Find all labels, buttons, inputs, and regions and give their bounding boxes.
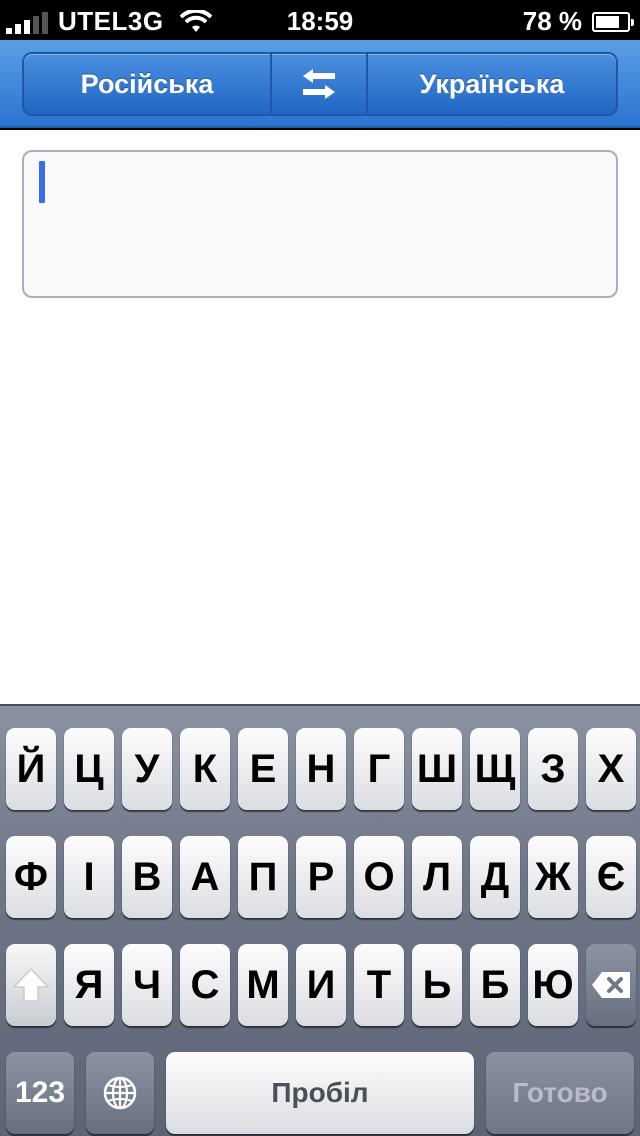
key-1-10[interactable]: З	[528, 728, 578, 810]
key-2-4[interactable]: А	[180, 836, 230, 918]
shift-key[interactable]	[6, 944, 56, 1026]
key-2-5[interactable]: П	[238, 836, 288, 918]
key-2-7[interactable]: О	[354, 836, 404, 918]
key-3-3[interactable]: С	[180, 944, 230, 1026]
key-3-4[interactable]: М	[238, 944, 288, 1026]
swap-languages-button[interactable]	[272, 54, 368, 114]
key-2-1[interactable]: Ф	[6, 836, 56, 918]
language-selector: Російська Українська	[22, 52, 618, 116]
backspace-key[interactable]	[586, 944, 636, 1026]
backspace-icon	[592, 972, 630, 998]
content-area	[0, 130, 640, 704]
key-3-9[interactable]: Ю	[528, 944, 578, 1026]
key-2-10[interactable]: Ж	[528, 836, 578, 918]
swap-arrows-icon	[303, 69, 335, 99]
key-1-11[interactable]: Х	[586, 728, 636, 810]
keyboard-row-3: Я Ч С М И Т Ь Б Ю	[0, 944, 640, 1026]
battery-icon	[592, 11, 634, 32]
key-2-9[interactable]: Д	[470, 836, 520, 918]
key-2-11[interactable]: Є	[586, 836, 636, 918]
key-2-2[interactable]: І	[64, 836, 114, 918]
key-1-1[interactable]: Й	[6, 728, 56, 810]
key-1-8[interactable]: Ш	[412, 728, 462, 810]
shift-icon	[12, 967, 50, 1002]
status-right: 78 %	[522, 6, 634, 37]
globe-icon	[103, 1076, 137, 1110]
target-language-button[interactable]: Українська	[368, 54, 616, 114]
translation-input[interactable]	[22, 150, 618, 298]
key-1-7[interactable]: Г	[354, 728, 404, 810]
space-key[interactable]: Пробіл	[166, 1052, 474, 1134]
key-2-3[interactable]: В	[122, 836, 172, 918]
key-1-2[interactable]: Ц	[64, 728, 114, 810]
key-2-6[interactable]: Р	[296, 836, 346, 918]
done-key[interactable]: Готово	[486, 1052, 634, 1134]
text-cursor	[39, 161, 45, 203]
keyboard-row-1: Й Ц У К Е Н Г Ш Щ З Х	[0, 728, 640, 810]
key-1-3[interactable]: У	[122, 728, 172, 810]
key-3-7[interactable]: Ь	[412, 944, 462, 1026]
source-language-button[interactable]: Російська	[24, 54, 272, 114]
key-3-5[interactable]: И	[296, 944, 346, 1026]
key-3-8[interactable]: Б	[470, 944, 520, 1026]
key-1-9[interactable]: Щ	[470, 728, 520, 810]
key-2-8[interactable]: Л	[412, 836, 462, 918]
key-1-4[interactable]: К	[180, 728, 230, 810]
keyboard-row-2: Ф І В А П Р О Л Д Ж Є	[0, 836, 640, 918]
key-1-5[interactable]: Е	[238, 728, 288, 810]
key-3-1[interactable]: Я	[64, 944, 114, 1026]
battery-percent: 78 %	[522, 6, 582, 36]
globe-key[interactable]	[86, 1052, 154, 1134]
key-1-6[interactable]: Н	[296, 728, 346, 810]
key-3-2[interactable]: Ч	[122, 944, 172, 1026]
key-3-6[interactable]: Т	[354, 944, 404, 1026]
language-toolbar: Російська Українська	[0, 40, 640, 128]
numbers-key[interactable]: 123	[6, 1052, 74, 1134]
keyboard-row-4: 123 Пробіл Готово	[0, 1052, 640, 1134]
status-bar: UTEL3G 18:59 78 %	[0, 0, 640, 40]
keyboard: Й Ц У К Е Н Г Ш Щ З Х Ф І В А П Р О Л Д …	[0, 704, 640, 1136]
